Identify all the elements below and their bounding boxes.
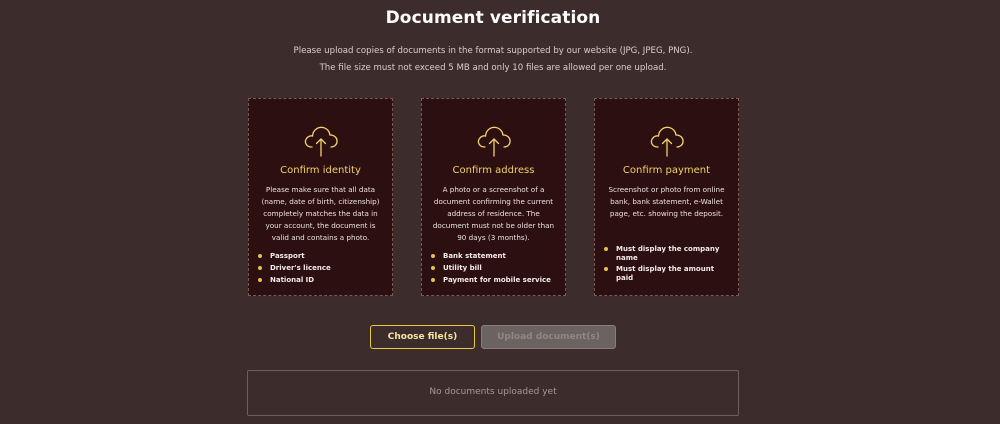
card-description: Please make sure that all data (name, da… xyxy=(261,185,380,242)
confirm-payment-card: Confirm payment Screenshot or photo from… xyxy=(594,98,739,296)
list-item: Utility bill xyxy=(431,264,559,273)
cloud-upload-icon xyxy=(650,126,684,157)
upload-instructions-line-1: Please upload copies of documents in the… xyxy=(293,46,693,56)
bullet-dot-icon xyxy=(431,266,435,270)
bullet-dot-icon xyxy=(604,267,608,271)
card-title: Confirm payment xyxy=(622,165,711,176)
list-item: Must display the amount paid xyxy=(604,265,732,283)
bullet-dot-icon xyxy=(258,266,262,270)
document-verification-page: Document verification Please upload copi… xyxy=(0,0,1000,424)
page-title: Document verification xyxy=(385,8,601,28)
list-item: Must display the company name xyxy=(604,245,732,263)
card-title: Confirm identity xyxy=(280,165,361,176)
card-description: Screenshot or photo from online bank, ba… xyxy=(608,185,725,218)
confirm-identity-card: Confirm identity Please make sure that a… xyxy=(248,98,393,296)
list-item: Payment for mobile service xyxy=(431,276,559,285)
bullet-dot-icon xyxy=(258,278,262,282)
list-item: National ID xyxy=(258,276,386,285)
card-title: Confirm address xyxy=(452,165,535,176)
upload-documents-button[interactable]: Upload document(s) xyxy=(481,325,616,349)
empty-state-text: No documents uploaded yet xyxy=(429,387,557,397)
confirm-address-card: Confirm address A photo or a screenshot … xyxy=(421,98,566,296)
list-item: Driver's licence xyxy=(258,264,386,273)
upload-instructions-line-2: The file size must not exceed 5 MB and o… xyxy=(319,63,667,73)
bullet-dot-icon xyxy=(431,254,435,258)
bullet-dot-icon xyxy=(258,254,262,258)
uploaded-documents-panel: No documents uploaded yet xyxy=(247,370,739,416)
list-item: Bank statement xyxy=(431,252,559,261)
requirements-list: Must display the company name Must displ… xyxy=(604,245,732,285)
choose-files-button[interactable]: Choose file(s) xyxy=(370,325,475,349)
accepted-documents-list: Bank statement Utility bill Payment for … xyxy=(431,252,559,288)
cloud-upload-icon xyxy=(477,126,511,157)
accepted-documents-list: Passport Driver's licence National ID xyxy=(258,252,386,288)
card-description: A photo or a screenshot of a document co… xyxy=(432,185,555,242)
cloud-upload-icon xyxy=(304,126,338,157)
bullet-dot-icon xyxy=(604,247,608,251)
list-item: Passport xyxy=(258,252,386,261)
bullet-dot-icon xyxy=(431,278,435,282)
